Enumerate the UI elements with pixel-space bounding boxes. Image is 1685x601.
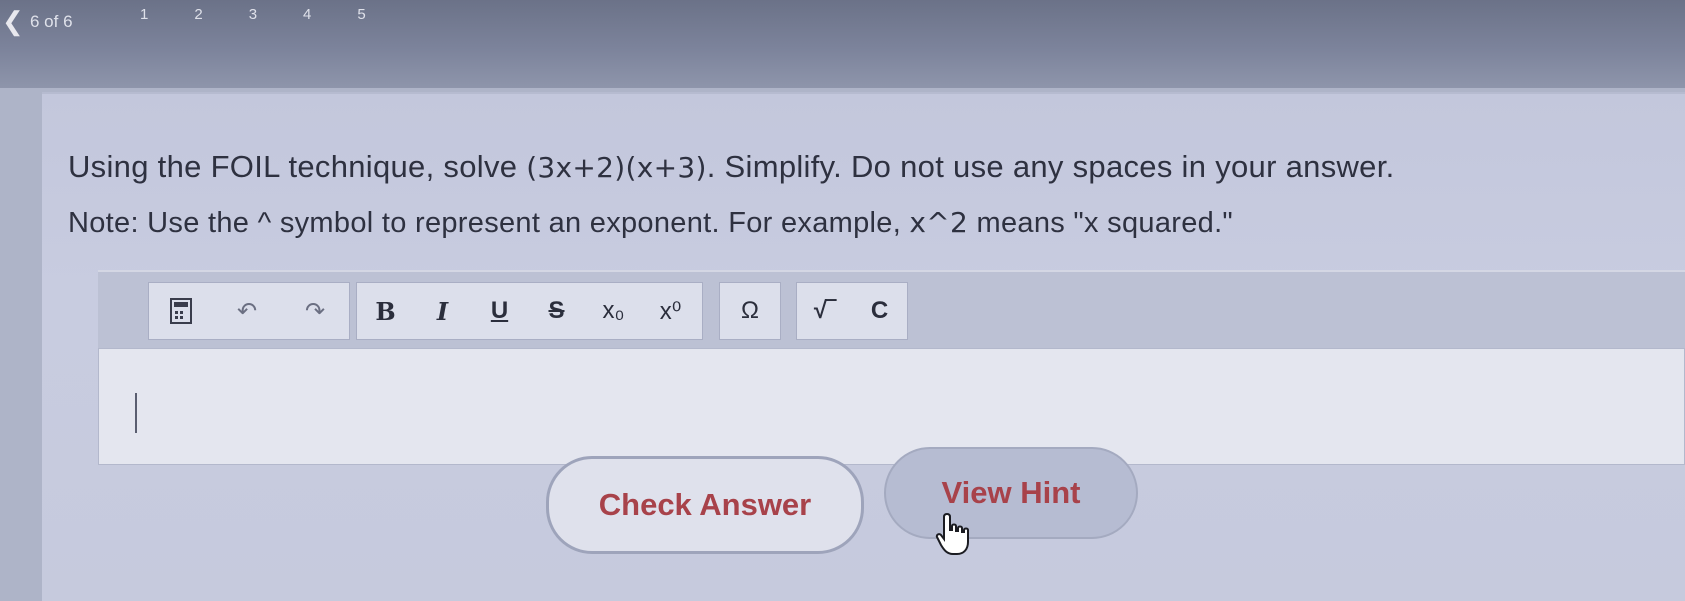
hand-pointer-cursor-icon (935, 512, 969, 555)
math-tool-group: √‾ C (796, 282, 908, 340)
undo-icon[interactable]: ↶ (213, 283, 281, 339)
note-text-prefix: Note: Use the ^ symbol to represent an e… (68, 207, 910, 239)
question-number[interactable]: 2 (194, 6, 202, 23)
redo-icon[interactable]: ↷ (281, 283, 349, 339)
question-number[interactable]: 4 (303, 6, 311, 23)
answer-editor: ↶ ↷ B I U S x₀ x⁰ Ω √‾ C (98, 270, 1685, 465)
question-number[interactable]: 1 (140, 6, 148, 23)
text-caret (135, 393, 137, 433)
history-tool-group: ↶ ↷ (148, 282, 350, 340)
question-text-prefix: Using the FOIL technique, solve (68, 149, 527, 184)
back-chevron-icon[interactable]: ❮ (2, 6, 24, 36)
question-number[interactable]: 3 (249, 6, 257, 23)
symbol-tool-group: Ω (719, 282, 781, 340)
note-expression: x^2 (909, 206, 969, 239)
bold-button[interactable]: B (357, 283, 414, 339)
subscript-button[interactable]: x₀ (585, 283, 642, 339)
top-nav-bar: ❮ 6 of 6 1 2 3 4 5 (0, 0, 1685, 88)
omega-symbol-button[interactable]: Ω (720, 283, 780, 339)
question-position: 6 of 6 (30, 12, 73, 31)
underline-button[interactable]: U (471, 283, 528, 339)
question-text-suffix: . Simplify. Do not use any spaces in you… (706, 149, 1395, 184)
clear-button[interactable]: C (852, 283, 907, 339)
view-hint-button[interactable]: View Hint (884, 447, 1138, 539)
question-number-list: 1 2 3 4 5 (140, 6, 366, 23)
superscript-button[interactable]: x⁰ (642, 283, 699, 339)
question-number[interactable]: 5 (357, 6, 365, 23)
note-text-suffix: means "x squared." (968, 207, 1234, 239)
square-root-button[interactable]: √‾ (797, 283, 852, 339)
question-note: Note: Use the ^ symbol to represent an e… (68, 206, 1233, 240)
question-expression: (3x+2)(x+3) (526, 151, 707, 184)
strikethrough-button[interactable]: S (528, 283, 585, 339)
answer-input[interactable] (98, 348, 1685, 465)
question-text: Using the FOIL technique, solve (3x+2)(x… (68, 149, 1395, 185)
question-card: Using the FOIL technique, solve (3x+2)(x… (42, 92, 1685, 601)
check-answer-button[interactable]: Check Answer (546, 456, 864, 554)
calculator-icon[interactable] (149, 283, 213, 339)
italic-button[interactable]: I (414, 283, 471, 339)
format-tool-group: B I U S x₀ x⁰ (356, 282, 703, 340)
editor-toolbar: ↶ ↷ B I U S x₀ x⁰ Ω √‾ C (98, 270, 1685, 350)
